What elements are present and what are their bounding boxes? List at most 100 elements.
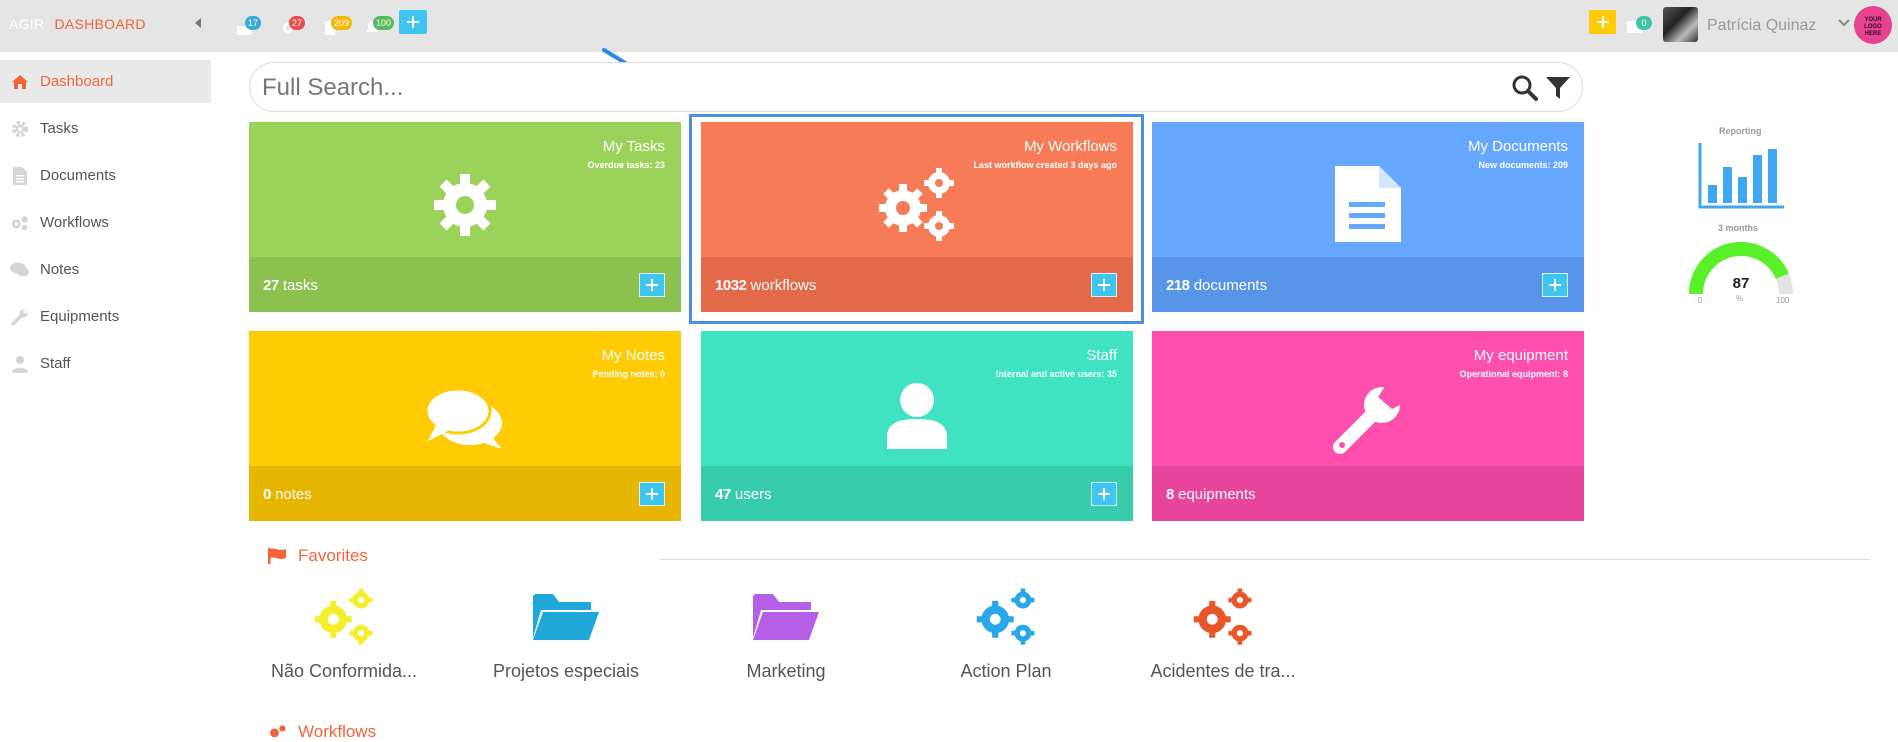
- comments-icon: [426, 387, 502, 449]
- notifications-badge: 100: [373, 16, 395, 30]
- workflows-title: Workflows: [298, 722, 377, 741]
- card-my-documents[interactable]: My Documents New documents: 209 218 docu…: [1152, 122, 1584, 312]
- card-count: 8 equipments: [1166, 486, 1256, 503]
- sidebar-item-documents[interactable]: Documents: [0, 154, 211, 197]
- favorite-label: Action Plan: [960, 661, 1052, 681]
- chevron-down-icon[interactable]: [1838, 19, 1850, 27]
- favorites-header: Favorites: [268, 546, 368, 566]
- add-task-button[interactable]: [639, 273, 665, 297]
- top-bar: AGIR DASHBOARD 17 27 209 100 0 Patrícia Q…: [0, 0, 1898, 52]
- documents-button[interactable]: 209: [320, 11, 353, 41]
- sidebar-item-label: Equipments: [40, 308, 120, 325]
- search-input[interactable]: [262, 72, 1482, 104]
- card-subtitle: Overdue tasks: 23: [587, 160, 665, 170]
- favorite-label: Não Conformida...: [270, 661, 418, 681]
- card-count: 27 tasks: [263, 277, 318, 294]
- calendar-button[interactable]: 17: [234, 11, 262, 41]
- wrench-icon: [10, 307, 30, 327]
- count-unit: users: [734, 486, 772, 503]
- gears-icon: [314, 588, 373, 645]
- card-staff[interactable]: Staff Internal and active users: 35 47 u…: [701, 331, 1133, 521]
- card-title: My Tasks: [602, 138, 665, 155]
- wrench-icon: [1333, 385, 1404, 454]
- divider: [660, 559, 1870, 560]
- notifications-button[interactable]: 100: [362, 11, 395, 41]
- card-footer: 218 documents: [1152, 257, 1584, 312]
- card-count: 0 notes: [263, 486, 312, 503]
- add-document-button[interactable]: [1542, 273, 1568, 297]
- calendar-badge: 17: [245, 16, 262, 30]
- card-subtitle: Pending notes: 0: [592, 369, 665, 379]
- brand-name: AGIR: [9, 16, 45, 32]
- workflows-header: Workflows: [268, 722, 376, 742]
- filter-icon[interactable]: [1545, 75, 1571, 101]
- gauge-unit: %: [1736, 294, 1744, 303]
- favorite-item[interactable]: Marketing: [686, 585, 886, 682]
- sidebar-item-equipments[interactable]: Equipments: [0, 295, 211, 338]
- documents-badge: 209: [331, 16, 353, 30]
- favorite-label: Acidentes de tra...: [1150, 661, 1296, 681]
- reporting-period: 3 months: [1718, 223, 1759, 233]
- card-my-equipment[interactable]: My equipment Operational equipment: 8 8 …: [1152, 331, 1584, 521]
- card-footer: 47 users: [701, 466, 1133, 521]
- bar-chart-icon[interactable]: [1696, 141, 1786, 211]
- add-user-button[interactable]: [1091, 482, 1117, 506]
- card-count: 218 documents: [1166, 277, 1267, 294]
- tasks-button[interactable]: 27: [278, 11, 306, 41]
- messages-button[interactable]: 0: [1624, 11, 1652, 41]
- favorite-label: Marketing: [746, 661, 826, 681]
- brand[interactable]: AGIR DASHBOARD: [9, 16, 146, 32]
- card-title: My equipment: [1473, 347, 1568, 364]
- gauge-min: 0: [1698, 296, 1703, 305]
- search-icon[interactable]: [1512, 75, 1538, 101]
- card-title: Staff: [1086, 347, 1117, 364]
- gears-icon: [976, 588, 1035, 645]
- card-my-notes[interactable]: My Notes Pending notes: 0 0 notes: [249, 331, 681, 521]
- sidebar-item-label: Staff: [40, 355, 71, 372]
- favorite-item[interactable]: Não Conformida...: [244, 585, 444, 682]
- sidebar-item-dashboard[interactable]: Dashboard: [0, 60, 211, 103]
- tasks-badge: 27: [289, 16, 306, 30]
- avatar[interactable]: [1663, 7, 1698, 42]
- sidebar-item-tasks[interactable]: Tasks: [0, 107, 211, 150]
- count-value: 27: [263, 277, 279, 294]
- plus-icon: [1098, 488, 1110, 500]
- user-icon: [10, 354, 30, 374]
- favorites-title: Favorites: [298, 546, 368, 565]
- plus-icon: [407, 16, 419, 28]
- count-unit: equipments: [1178, 486, 1256, 503]
- count-unit: tasks: [282, 277, 318, 294]
- card-my-tasks[interactable]: My Tasks Overdue tasks: 23 27 tasks: [249, 122, 681, 312]
- favorite-item[interactable]: Acidentes de tra...: [1123, 585, 1323, 682]
- user-name[interactable]: Patrícia Quinaz: [1707, 17, 1816, 35]
- add-note-button[interactable]: [639, 482, 665, 506]
- logo-text: HERE: [1864, 31, 1882, 37]
- home-icon: [10, 72, 30, 92]
- document-icon: [1335, 166, 1401, 242]
- card-footer: 0 notes: [249, 466, 681, 521]
- search-bar: [249, 62, 1583, 112]
- create-button[interactable]: [1589, 10, 1616, 34]
- sidebar-item-workflows[interactable]: Workflows: [0, 201, 211, 244]
- gears-icon: [1193, 588, 1252, 645]
- user-icon: [887, 383, 947, 449]
- sidebar-item-label: Notes: [40, 261, 80, 278]
- logo-text: YOUR: [1864, 17, 1882, 23]
- count-unit: notes: [275, 486, 312, 503]
- favorite-item[interactable]: Projetos especiais: [466, 585, 666, 682]
- gears-icon: [270, 725, 286, 738]
- count-unit: documents: [1193, 277, 1268, 294]
- plus-icon: [646, 279, 658, 291]
- gear-icon: [10, 119, 30, 139]
- gear-icon: [434, 174, 496, 236]
- gauge-value: 87: [1732, 275, 1750, 292]
- collapse-sidebar-icon[interactable]: [195, 18, 201, 28]
- card-title: My Notes: [601, 347, 665, 364]
- sidebar-item-notes[interactable]: Notes: [0, 248, 211, 291]
- messages-badge: 0: [1636, 16, 1652, 30]
- quick-add-button[interactable]: [399, 10, 427, 34]
- favorite-item[interactable]: Action Plan: [906, 585, 1106, 682]
- card-subtitle: New documents: 209: [1478, 160, 1568, 170]
- sidebar-item-staff[interactable]: Staff: [0, 342, 211, 385]
- gears-icon: [10, 213, 30, 233]
